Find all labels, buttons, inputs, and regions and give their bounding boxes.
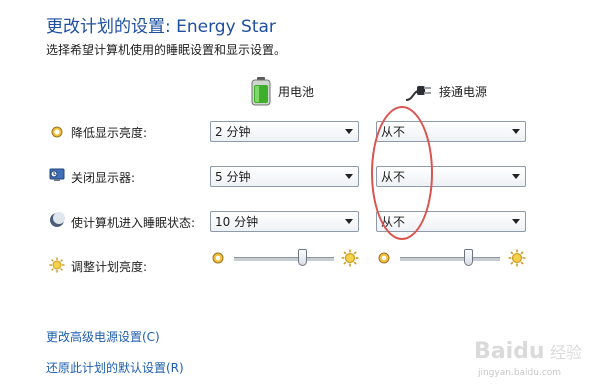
column-label-battery: 用电池 bbox=[278, 84, 315, 99]
row-label-brightness: 调整计划亮度: bbox=[71, 260, 148, 274]
page-subtitle: 选择希望计算机使用的睡眠设置和显示设置。 bbox=[46, 43, 287, 57]
svg-text:Baidu: Baidu bbox=[474, 339, 545, 364]
plugged-brightness-slider[interactable] bbox=[400, 248, 500, 268]
chevron-down-icon bbox=[345, 129, 353, 134]
page-title: 更改计划的设置: Energy Star bbox=[46, 17, 276, 37]
chevron-down-icon bbox=[512, 174, 520, 179]
slider-track bbox=[400, 257, 500, 261]
power-plug-icon bbox=[405, 86, 431, 101]
turn-off-display-battery-value: 5 分钟 bbox=[215, 170, 251, 184]
annotation-circle bbox=[371, 106, 433, 240]
battery-brightness-slider[interactable] bbox=[234, 248, 334, 268]
sleep-battery-select[interactable]: 10 分钟 bbox=[210, 211, 359, 232]
sleep-battery-value: 10 分钟 bbox=[215, 215, 259, 229]
watermark-url: jingyan.baidu.com bbox=[478, 368, 562, 378]
dim-brightness-icon bbox=[51, 126, 63, 138]
slider-thumb[interactable] bbox=[464, 249, 473, 266]
row-label-dim-display: 降低显示亮度: bbox=[71, 126, 148, 140]
bright-sun-icon bbox=[508, 249, 526, 267]
restore-defaults-link[interactable]: 还原此计划的默认设置(R) bbox=[46, 359, 184, 376]
row-label-sleep: 使计算机进入睡眠状态: bbox=[71, 216, 196, 230]
chevron-down-icon bbox=[512, 219, 520, 224]
column-header-battery: 用电池 bbox=[250, 76, 314, 106]
slider-thumb[interactable] bbox=[298, 249, 307, 266]
battery-icon bbox=[251, 77, 271, 106]
sun-icon bbox=[49, 257, 65, 273]
monitor-clock-icon bbox=[49, 168, 65, 181]
chevron-down-icon bbox=[345, 219, 353, 224]
dim-display-battery-select[interactable]: 2 分钟 bbox=[210, 121, 359, 142]
column-label-plugged: 接通电源 bbox=[439, 84, 488, 99]
svg-text:经验: 经验 bbox=[550, 343, 582, 362]
slider-track bbox=[234, 257, 334, 261]
dim-display-battery-value: 2 分钟 bbox=[215, 125, 251, 139]
turn-off-display-battery-select[interactable]: 5 分钟 bbox=[210, 166, 359, 187]
dim-sun-icon bbox=[212, 252, 224, 264]
chevron-down-icon bbox=[512, 129, 520, 134]
sleep-moon-icon bbox=[50, 212, 65, 227]
dim-sun-icon bbox=[378, 252, 390, 264]
row-label-turn-off-display: 关闭显示器: bbox=[71, 171, 136, 185]
column-header-plugged: 接通电源 bbox=[405, 76, 487, 106]
bright-sun-icon bbox=[341, 249, 359, 267]
advanced-power-settings-link[interactable]: 更改高级电源设置(C) bbox=[46, 328, 160, 345]
chevron-down-icon bbox=[345, 174, 353, 179]
